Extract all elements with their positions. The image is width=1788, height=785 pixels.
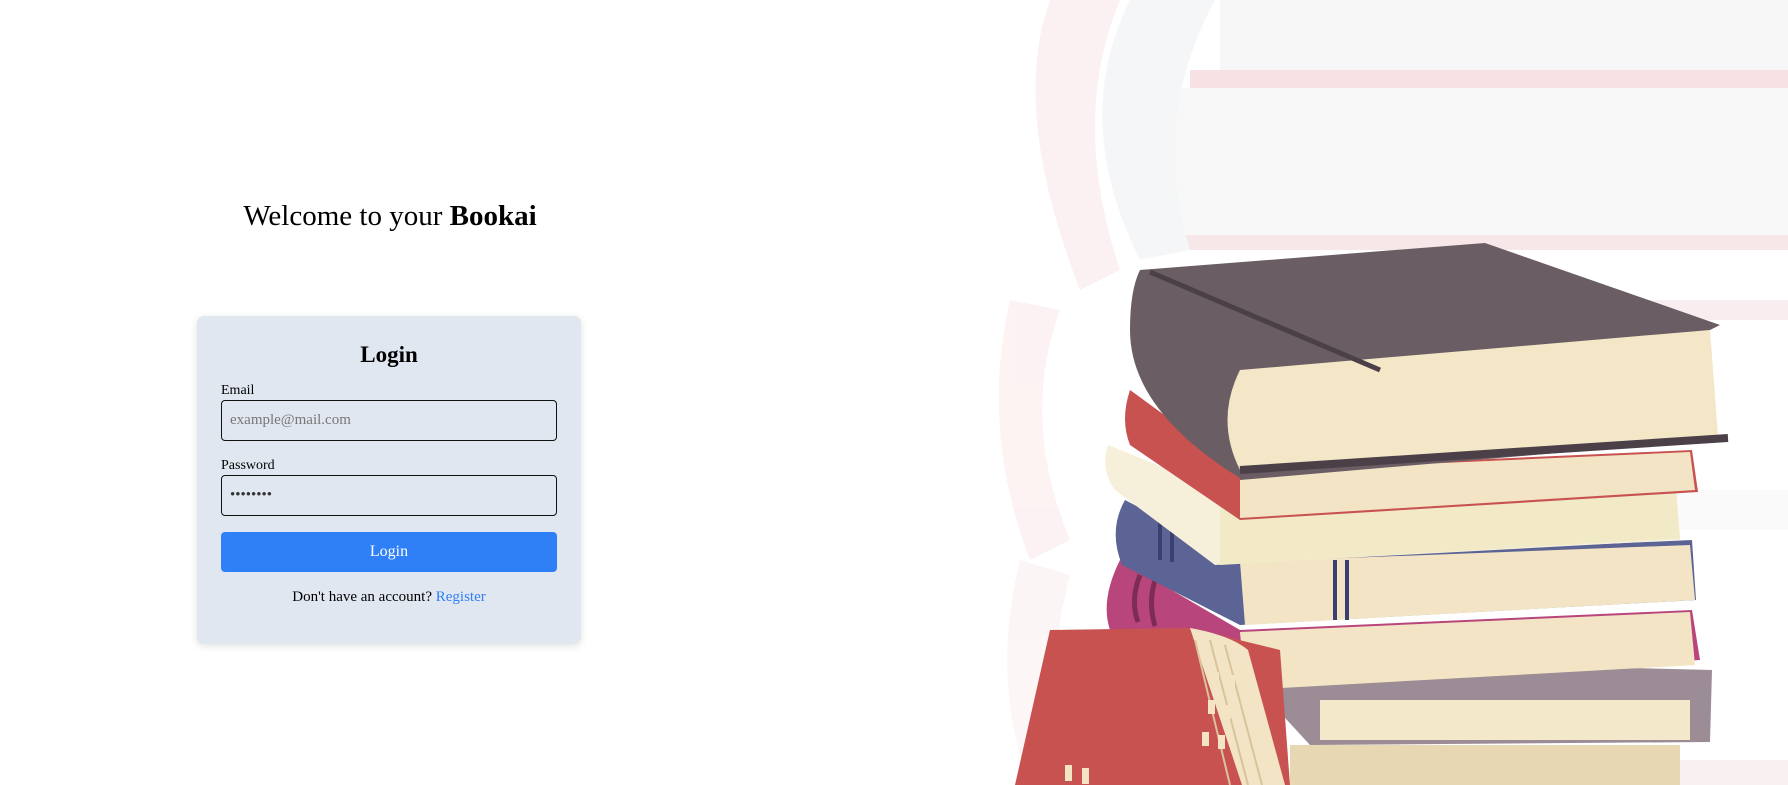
welcome-prefix: Welcome to your [243, 200, 450, 232]
login-card: Login Email Password Login Don't have an… [197, 316, 581, 644]
book-open-red [1015, 628, 1290, 785]
login-page: Welcome to your Bookai Login Email Passw… [0, 0, 1788, 785]
register-prompt-line: Don't have an account? Register [221, 589, 557, 606]
login-pane: Welcome to your Bookai Login Email Passw… [0, 0, 780, 785]
register-link[interactable]: Register [436, 589, 486, 605]
brand-name: Bookai [449, 200, 537, 232]
password-field[interactable] [221, 475, 557, 516]
book-top [1130, 243, 1729, 480]
register-prompt: Don't have an account? [292, 589, 432, 605]
book-stack-illustration [990, 0, 1788, 785]
email-field[interactable] [221, 400, 557, 441]
welcome-heading: Welcome to your Bookai [0, 200, 780, 233]
password-label: Password [221, 458, 275, 473]
login-button[interactable]: Login [221, 532, 557, 572]
email-label: Email [221, 383, 255, 398]
login-title: Login [360, 342, 418, 367]
